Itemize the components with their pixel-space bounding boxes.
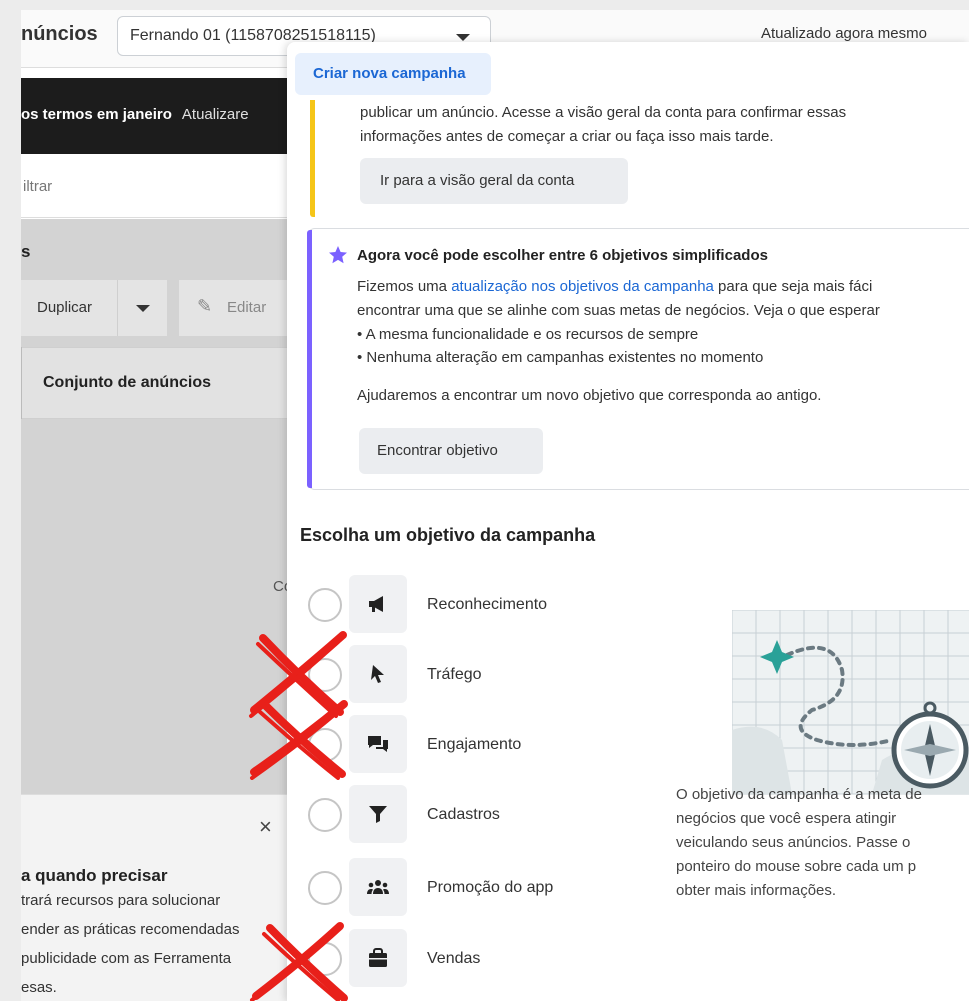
- info-text: Fizemos uma atualização nos objetivos da…: [357, 278, 872, 295]
- updated-status: Atualizado agora mesmo: [761, 25, 927, 42]
- objective-description: veiculando seus anúncios. Passe o: [676, 834, 911, 851]
- objectives-title: Escolha um objetivo da campanha: [300, 525, 596, 545]
- duplicate-button[interactable]: Duplicar: [21, 280, 117, 336]
- objective-label[interactable]: Reconhecimento: [427, 596, 547, 614]
- people-icon: [367, 880, 389, 894]
- chevron-down-icon: [456, 34, 470, 41]
- pencil-icon: ✎: [197, 296, 213, 316]
- info-text-pre: Fizemos uma: [357, 278, 452, 295]
- info-accent-bar: [307, 230, 312, 488]
- info-title: Agora você pode escolher entre 6 objetiv…: [357, 247, 768, 264]
- help-line: publicidade com as Ferramenta: [21, 950, 232, 967]
- objective-description: negócios que você espera atingir: [676, 810, 897, 827]
- star-icon: [329, 246, 347, 264]
- info-text: encontrar uma que se alinhe com suas met…: [357, 302, 880, 319]
- top-margin: [0, 0, 969, 10]
- objective-icon-box: [349, 929, 407, 987]
- warning-text: publicar um anúncio. Acesse a visão gera…: [360, 104, 847, 121]
- shopping-bag-icon: [369, 948, 387, 967]
- column-header-ad-set[interactable]: Conjunto de anúncios: [43, 374, 211, 392]
- info-text-post: para que seja mais fáci: [713, 278, 873, 295]
- objectives-update-link[interactable]: atualização nos objetivos da campanha: [451, 278, 714, 295]
- warning-text: informações antes de começar a criar ou …: [360, 128, 774, 145]
- objective-icon-box: [349, 575, 407, 633]
- objective-icon-box: [349, 645, 407, 703]
- column-divider: [21, 347, 22, 419]
- radio-promocao-app[interactable]: [308, 871, 342, 905]
- cursor-icon: [371, 665, 384, 683]
- help-title: a quando precisar: [21, 866, 168, 885]
- find-objective-button[interactable]: Encontrar objetivo: [359, 428, 543, 474]
- edit-button[interactable]: Editar: [179, 280, 291, 336]
- objective-label[interactable]: Cadastros: [427, 806, 500, 824]
- objective-icon-box: [349, 715, 407, 773]
- objective-description: O objetivo da campanha é a meta de: [676, 786, 922, 803]
- notice-link[interactable]: Atualizare: [182, 106, 249, 123]
- left-margin: [0, 0, 21, 1001]
- help-line: esas.: [21, 979, 57, 996]
- tab-create-campaign[interactable]: Criar nova campanha: [295, 53, 491, 95]
- duplicate-dropdown-button[interactable]: [117, 280, 167, 336]
- megaphone-icon: [369, 596, 383, 612]
- red-cross-mark-engajamento: [250, 700, 348, 780]
- objective-icon-box: [349, 785, 407, 843]
- create-campaign-modal: Criar nova campanha publicar um anúncio.…: [287, 42, 969, 1001]
- objective-icon-box: [349, 858, 407, 916]
- objective-description: ponteiro do mouse sobre cada um p: [676, 858, 917, 875]
- help-line: trará recursos para solucionar: [21, 892, 221, 909]
- objective-label[interactable]: Engajamento: [427, 736, 521, 754]
- help-line: ender as práticas recomendadas: [21, 921, 240, 938]
- info-bullet: • Nenhuma alteração em campanhas existen…: [357, 349, 764, 366]
- notice-bold: os termos em janeiro: [21, 106, 172, 123]
- objective-label[interactable]: Vendas: [427, 950, 480, 968]
- info-text: Ajudaremos a encontrar um novo objetivo …: [357, 387, 822, 404]
- section-label: s: [21, 242, 31, 261]
- warning-accent-bar: [310, 100, 315, 217]
- radio-cadastros[interactable]: [308, 798, 342, 832]
- radio-reconhecimento[interactable]: [308, 588, 342, 622]
- objective-label[interactable]: Tráfego: [427, 666, 482, 684]
- red-cross-mark-vendas: [250, 922, 348, 1001]
- map-compass-illustration: [732, 610, 969, 795]
- objective-label[interactable]: Promoção do app: [427, 879, 553, 897]
- notice-text: os termos em janeiro Atualizare: [21, 106, 249, 123]
- objective-description: obter mais informações.: [676, 882, 837, 899]
- chat-bubbles-icon: [368, 736, 388, 752]
- info-bullet: • A mesma funcionalidade e os recursos d…: [357, 326, 699, 343]
- filter-placeholder: iltrar: [23, 178, 53, 195]
- account-overview-button[interactable]: Ir para a visão geral da conta: [360, 158, 628, 204]
- funnel-icon: [369, 806, 387, 823]
- page-title: núncios: [21, 23, 98, 45]
- close-icon[interactable]: ×: [259, 814, 272, 840]
